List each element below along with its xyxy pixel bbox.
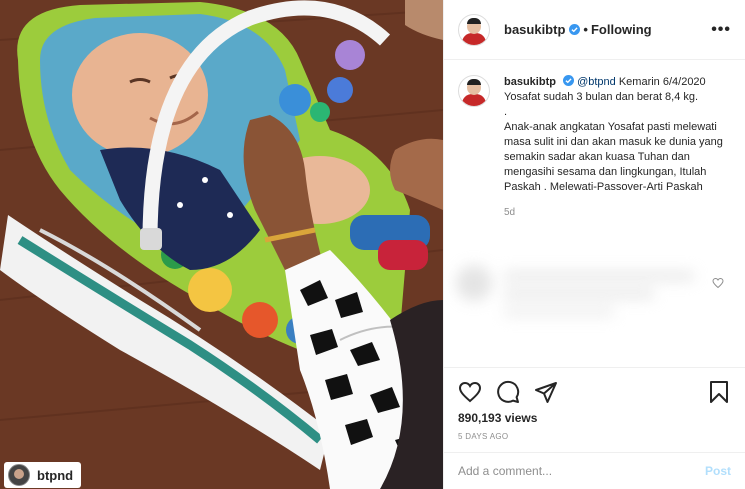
comment-composer: Post: [444, 452, 745, 489]
more-options-icon[interactable]: •••: [711, 21, 731, 39]
post-media[interactable]: btpnd: [0, 0, 443, 489]
caption-author-avatar[interactable]: [458, 75, 490, 107]
verified-badge-icon: [569, 24, 581, 35]
action-icons: [458, 380, 731, 404]
heart-icon[interactable]: [458, 380, 482, 404]
comment-icon[interactable]: [496, 380, 520, 404]
post-photo: [0, 0, 443, 489]
caption-dot: .: [504, 106, 508, 118]
blurred-comment: [450, 259, 712, 349]
tagged-username[interactable]: btpnd: [37, 468, 73, 483]
user-tag[interactable]: btpnd: [4, 462, 82, 488]
post-header: basukibtp • Following •••: [444, 0, 745, 60]
comment-like-heart-icon[interactable]: [712, 277, 724, 289]
post-sidebar: basukibtp • Following ••• basukibtp @btp…: [443, 0, 745, 489]
bookmark-icon[interactable]: [707, 380, 731, 404]
post-date[interactable]: 5 DAYS AGO: [458, 432, 731, 441]
verified-badge-icon: [563, 75, 575, 86]
header-user: basukibtp • Following: [504, 22, 652, 37]
comments-area: basukibtp @btpnd Kemarin 6/4/2020 Yosafa…: [444, 61, 745, 367]
caption-text-body: Anak-anak angkatan Yosafat pasti melewat…: [504, 121, 723, 193]
view-count[interactable]: 890,193 views: [458, 411, 731, 425]
author-username[interactable]: basukibtp: [504, 22, 565, 37]
post-comment-button[interactable]: Post: [705, 464, 731, 478]
comment-input[interactable]: [458, 464, 705, 478]
caption-body: basukibtp @btpnd Kemarin 6/4/2020 Yosafa…: [504, 75, 731, 220]
post-actions: 890,193 views 5 DAYS AGO: [444, 367, 745, 443]
caption: basukibtp @btpnd Kemarin 6/4/2020 Yosafa…: [458, 75, 731, 220]
caption-timestamp[interactable]: 5d: [504, 205, 731, 220]
caption-mention[interactable]: @btpnd: [577, 76, 616, 88]
share-icon[interactable]: [534, 380, 558, 404]
tagged-user-avatar: [8, 464, 30, 486]
separator-dot: •: [583, 22, 588, 37]
following-button[interactable]: Following: [591, 22, 652, 37]
caption-username[interactable]: basukibtp: [504, 76, 556, 88]
author-avatar[interactable]: [458, 13, 490, 46]
